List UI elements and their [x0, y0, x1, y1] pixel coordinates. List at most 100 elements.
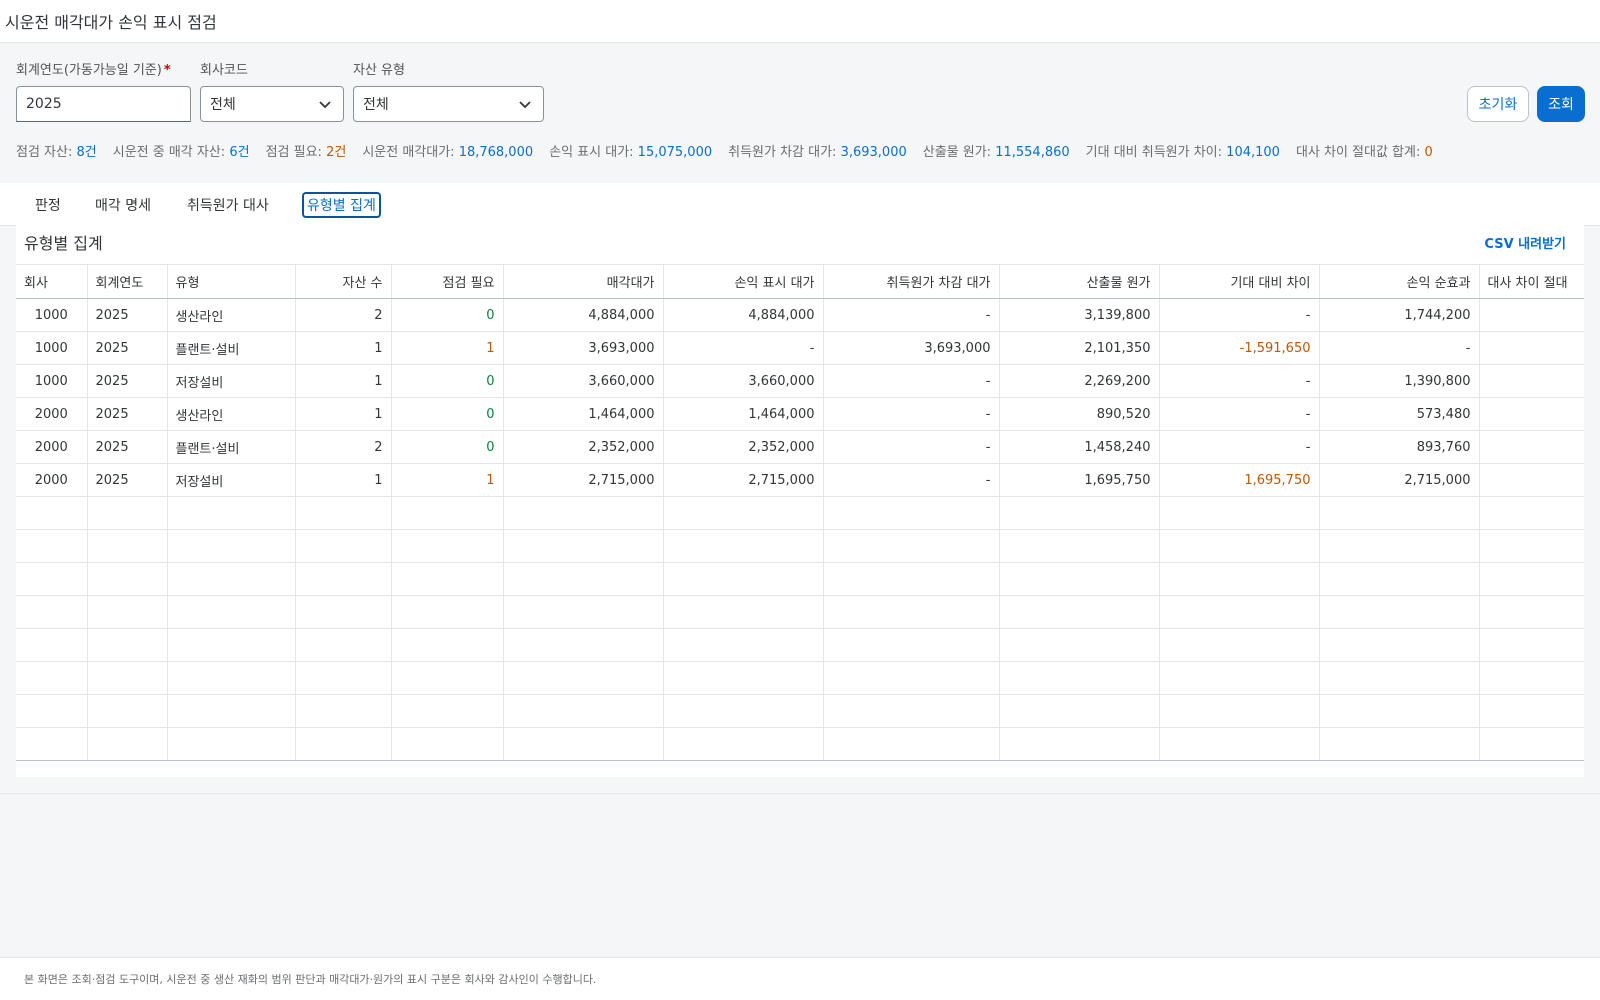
table-cell: 1	[295, 463, 392, 497]
table-cell: -	[823, 397, 1000, 431]
empty-cell	[391, 595, 504, 629]
table-cell: -	[823, 430, 1000, 464]
column-header[interactable]: 점검 필요	[391, 264, 504, 299]
table-cell: 2000	[16, 463, 88, 497]
empty-cell	[663, 694, 824, 728]
empty-cell	[663, 496, 824, 530]
empty-cell	[999, 562, 1160, 596]
empty-cell	[167, 529, 296, 563]
table-cell: 2,101,350	[999, 331, 1160, 365]
summary-bar: 점검 자산: 8건 시운전 중 매각 자산: 6건 점검 필요: 2건 시운전 …	[16, 141, 1433, 160]
table-cell: -	[823, 298, 1000, 332]
column-header[interactable]: 자산 수	[295, 264, 392, 299]
empty-cell	[823, 727, 1000, 761]
table-row[interactable]: 2000 2025 플랜트·설비 2 0 2,352,000 2,352,000-1,458…	[16, 430, 1584, 464]
table-cell: 573,480	[1319, 397, 1480, 431]
table-cell	[1479, 463, 1584, 497]
year-label: 회계연도(가동가능일 기준) *	[16, 63, 171, 78]
table-row[interactable]: 1000 2025 플랜트·설비 1 1 3,693,000-3,693,000 2,101…	[16, 331, 1584, 365]
empty-cell	[295, 628, 392, 662]
empty-cell	[16, 529, 88, 563]
empty-cell	[1479, 661, 1584, 695]
column-header[interactable]: 매각대가	[503, 264, 664, 299]
header-panel: 시운전 매각대가 손익 표시 점검	[0, 0, 1600, 43]
table-body: 1000 2025 생산라인 2 0 4,884,000 4,884,000-3,139,8…	[16, 298, 1584, 761]
table-cell	[1479, 397, 1584, 431]
column-header[interactable]: 회사	[16, 264, 88, 299]
column-header[interactable]: 손익 순효과	[1319, 264, 1480, 299]
column-header[interactable]: 손익 표시 대가	[663, 264, 824, 299]
empty-cell	[295, 496, 392, 530]
year-field: 회계연도(가동가능일 기준) *	[16, 59, 171, 78]
table-cell: -	[663, 331, 824, 365]
year-input[interactable]: 2025	[16, 86, 191, 122]
table-cell: 플랜트·설비	[167, 430, 296, 464]
summary-item: 점검 필요: 2건	[265, 145, 347, 160]
table-cell: 2025	[87, 430, 168, 464]
empty-cell	[1479, 628, 1584, 662]
table-header-row: 회사 회계연도 유형 자산 수 점검 필요 매각대가 손익 표시 대가 취득원가…	[16, 264, 1584, 299]
reset-button[interactable]: 초기화	[1467, 86, 1529, 122]
table-cell: 2025	[87, 397, 168, 431]
table-cell: 1	[295, 364, 392, 398]
empty-cell	[503, 694, 664, 728]
column-header[interactable]: 유형	[167, 264, 296, 299]
table-cell: 2	[295, 430, 392, 464]
table-cell: -	[823, 463, 1000, 497]
table-cell: -1,591,650	[1159, 331, 1320, 365]
empty-cell	[663, 529, 824, 563]
empty-cell	[87, 727, 168, 761]
card-title: 유형별 집계	[24, 234, 103, 253]
table-cell: -	[1319, 331, 1480, 365]
page-title: 시운전 매각대가 손익 표시 점검	[5, 13, 217, 32]
table-cell: 890,520	[999, 397, 1160, 431]
empty-cell	[295, 727, 392, 761]
empty-cell	[167, 595, 296, 629]
empty-cell	[1319, 529, 1480, 563]
empty-cell	[1319, 661, 1480, 695]
empty-cell	[1319, 628, 1480, 662]
empty-cell	[1479, 529, 1584, 563]
column-header[interactable]: 산출물 원가	[999, 264, 1160, 299]
empty-cell	[823, 529, 1000, 563]
year-input-value: 2025	[26, 96, 62, 112]
chevron-down-icon	[519, 101, 531, 109]
table-cell: 1,458,240	[999, 430, 1160, 464]
company-select[interactable]: 전체	[200, 86, 344, 122]
table-row[interactable]: 2000 2025 저장설비 1 1 2,715,000 2,715,000-1,695,7…	[16, 463, 1584, 497]
table-row[interactable]: 2000 2025 생산라인 1 0 1,464,000 1,464,000-890,520…	[16, 397, 1584, 431]
csv-download-link[interactable]: CSV 내려받기	[1484, 233, 1566, 252]
table-cell: 1,390,800	[1319, 364, 1480, 398]
company-select-value: 전체	[210, 97, 236, 113]
table-cell: 4,884,000	[663, 298, 824, 332]
column-header[interactable]: 회계연도	[87, 264, 168, 299]
table-cell: 3,693,000	[503, 331, 664, 365]
table-cell: 3,660,000	[503, 364, 664, 398]
empty-cell	[1479, 694, 1584, 728]
empty-cell	[87, 694, 168, 728]
empty-cell	[999, 496, 1160, 530]
table-row[interactable]: 1000 2025 저장설비 1 0 3,660,000 3,660,000-2,269,2…	[16, 364, 1584, 398]
table-cell: 2000	[16, 397, 88, 431]
asset-type-select[interactable]: 전체	[353, 86, 544, 122]
column-header[interactable]: 대사 차이 절대	[1479, 264, 1584, 299]
table-cell: -	[1159, 298, 1320, 332]
empty-cell	[823, 595, 1000, 629]
table-row[interactable]: 1000 2025 생산라인 2 0 4,884,000 4,884,000-3,139,8…	[16, 298, 1584, 332]
column-header[interactable]: 취득원가 차감 대가	[823, 264, 1000, 299]
empty-cell	[16, 628, 88, 662]
empty-cell	[1159, 727, 1320, 761]
column-header[interactable]: 기대 대비 차이	[1159, 264, 1320, 299]
empty-cell	[16, 727, 88, 761]
table-cell: 1	[295, 331, 392, 365]
table-cell: 저장설비	[167, 463, 296, 497]
empty-cell	[999, 661, 1160, 695]
table-cell: 1,695,750	[999, 463, 1160, 497]
empty-cell	[1479, 727, 1584, 761]
table-cell: 1000	[16, 331, 88, 365]
search-button[interactable]: 조회	[1537, 86, 1585, 122]
table-cell: 플랜트·설비	[167, 331, 296, 365]
empty-cell	[663, 661, 824, 695]
table-cell: 3,693,000	[823, 331, 1000, 365]
empty-cell	[999, 694, 1160, 728]
